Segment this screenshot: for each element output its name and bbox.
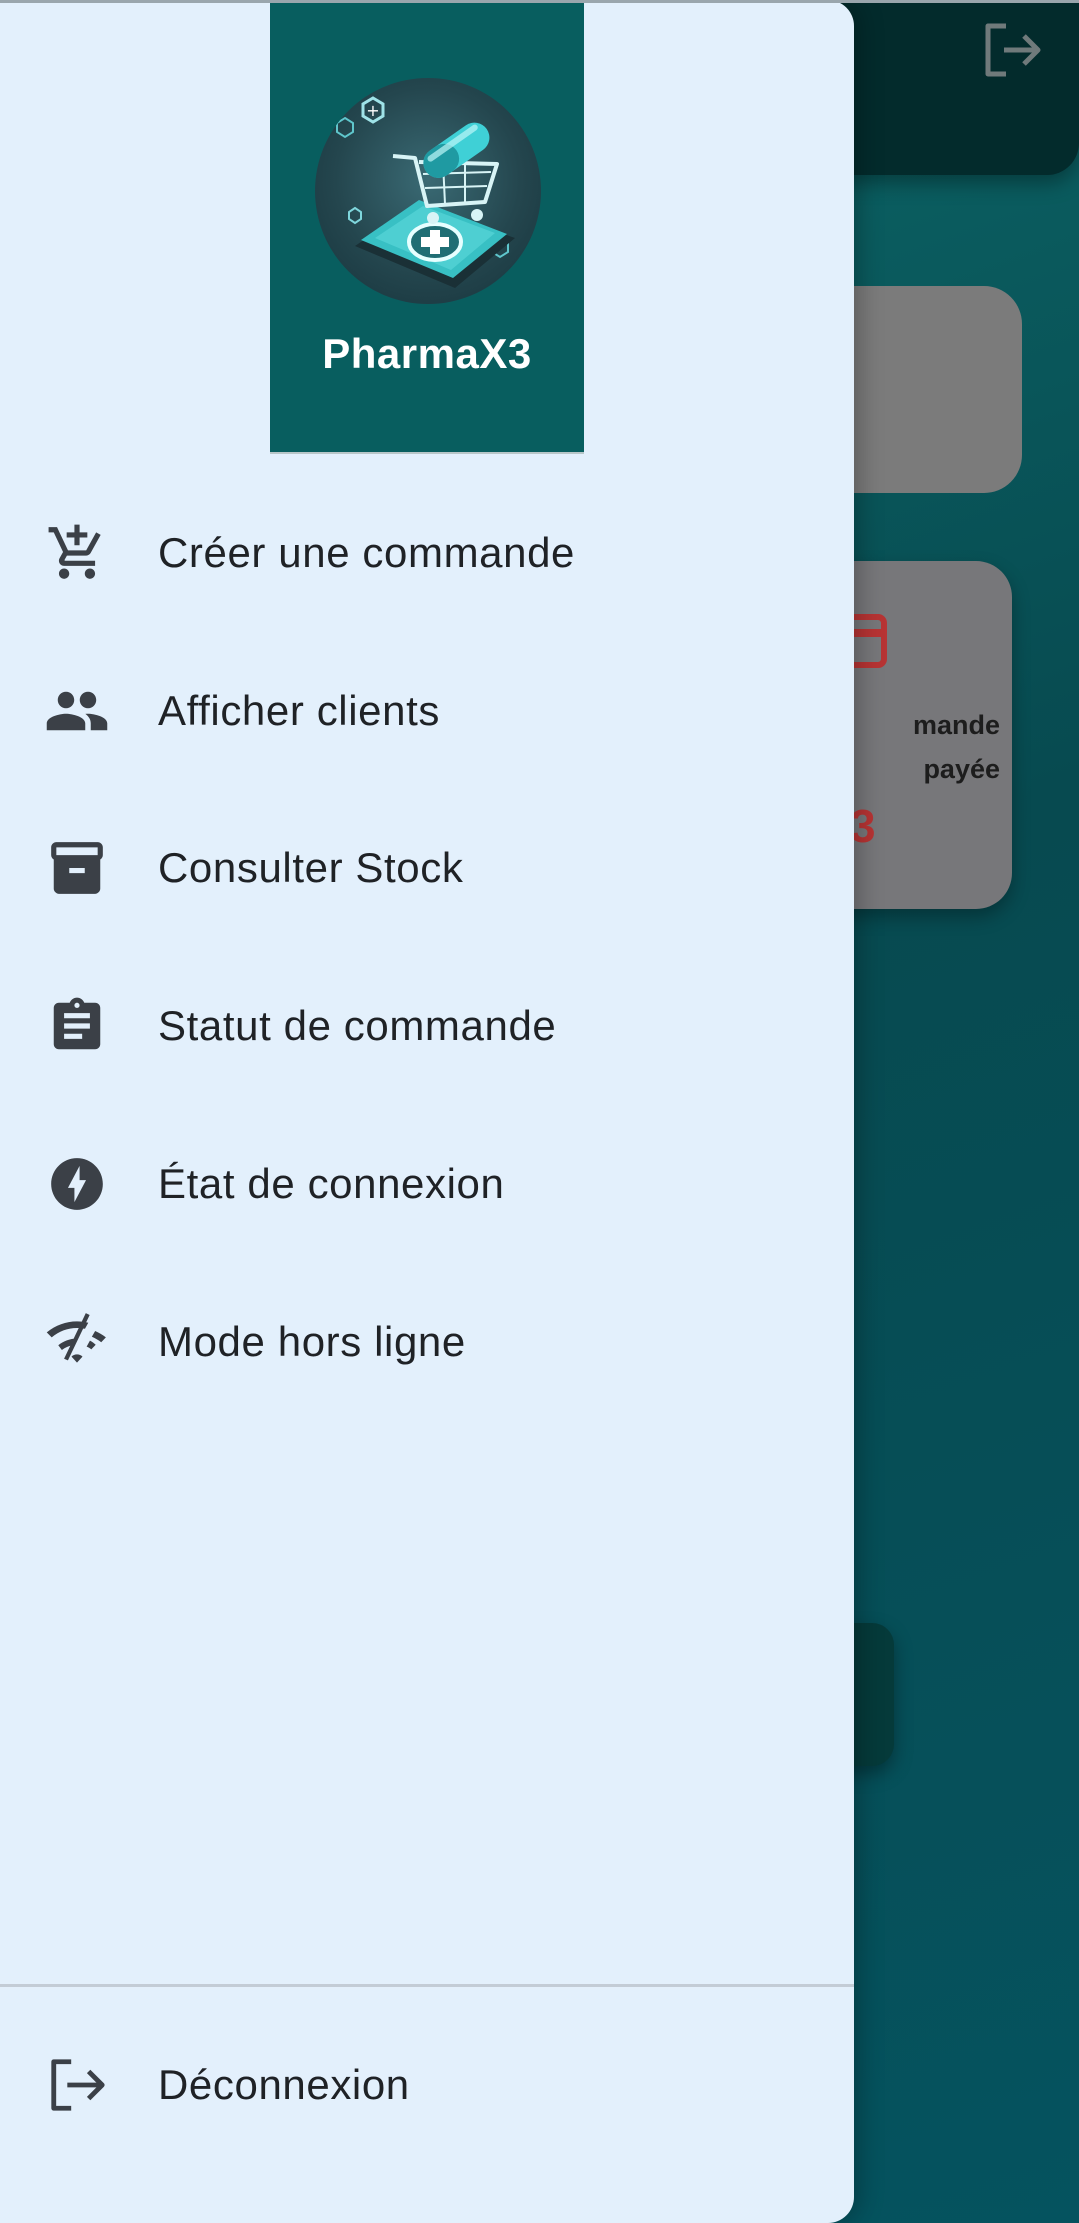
menu-label: État de connexion — [158, 1160, 505, 1207]
status-bar-edge — [0, 0, 1079, 3]
menu-connection-status[interactable]: État de connexion — [0, 1119, 854, 1249]
people-icon — [44, 678, 110, 744]
add-shopping-cart-icon — [44, 520, 110, 586]
app-screen: mande payée 3 + PharmaX3 Créer une comma… — [0, 0, 1079, 2223]
logout-label: Déconnexion — [158, 2061, 410, 2108]
menu-label: Afficher clients — [158, 687, 440, 734]
menu-label: Créer une commande — [158, 529, 575, 576]
drawer-divider — [0, 1984, 854, 1987]
menu-label: Consulter Stock — [158, 844, 464, 891]
lightning-icon — [44, 1151, 110, 1217]
navigation-drawer: + PharmaX3 Créer une commande Afficher c… — [0, 0, 854, 2223]
pharmax3-logo: + — [315, 78, 541, 304]
menu-offline-mode[interactable]: Mode hors ligne — [0, 1277, 854, 1407]
brand-name: PharmaX3 — [322, 330, 532, 377]
menu-label: Statut de commande — [158, 1002, 557, 1049]
menu-show-clients[interactable]: Afficher clients — [0, 646, 854, 776]
menu-label: Mode hors ligne — [158, 1318, 466, 1365]
menu-logout[interactable]: Déconnexion — [0, 2020, 854, 2150]
clipboard-icon — [44, 993, 110, 1059]
svg-text:+: + — [366, 101, 379, 120]
logout-icon — [44, 2052, 110, 2118]
appbar-logout-icon[interactable] — [980, 20, 1044, 80]
drawer-header: + PharmaX3 — [270, 0, 584, 454]
archive-box-icon — [44, 835, 110, 901]
wifi-off-icon — [44, 1309, 110, 1375]
menu-order-status[interactable]: Statut de commande — [0, 961, 854, 1091]
menu-check-stock[interactable]: Consulter Stock — [0, 803, 854, 933]
menu-create-order[interactable]: Créer une commande — [0, 488, 854, 618]
